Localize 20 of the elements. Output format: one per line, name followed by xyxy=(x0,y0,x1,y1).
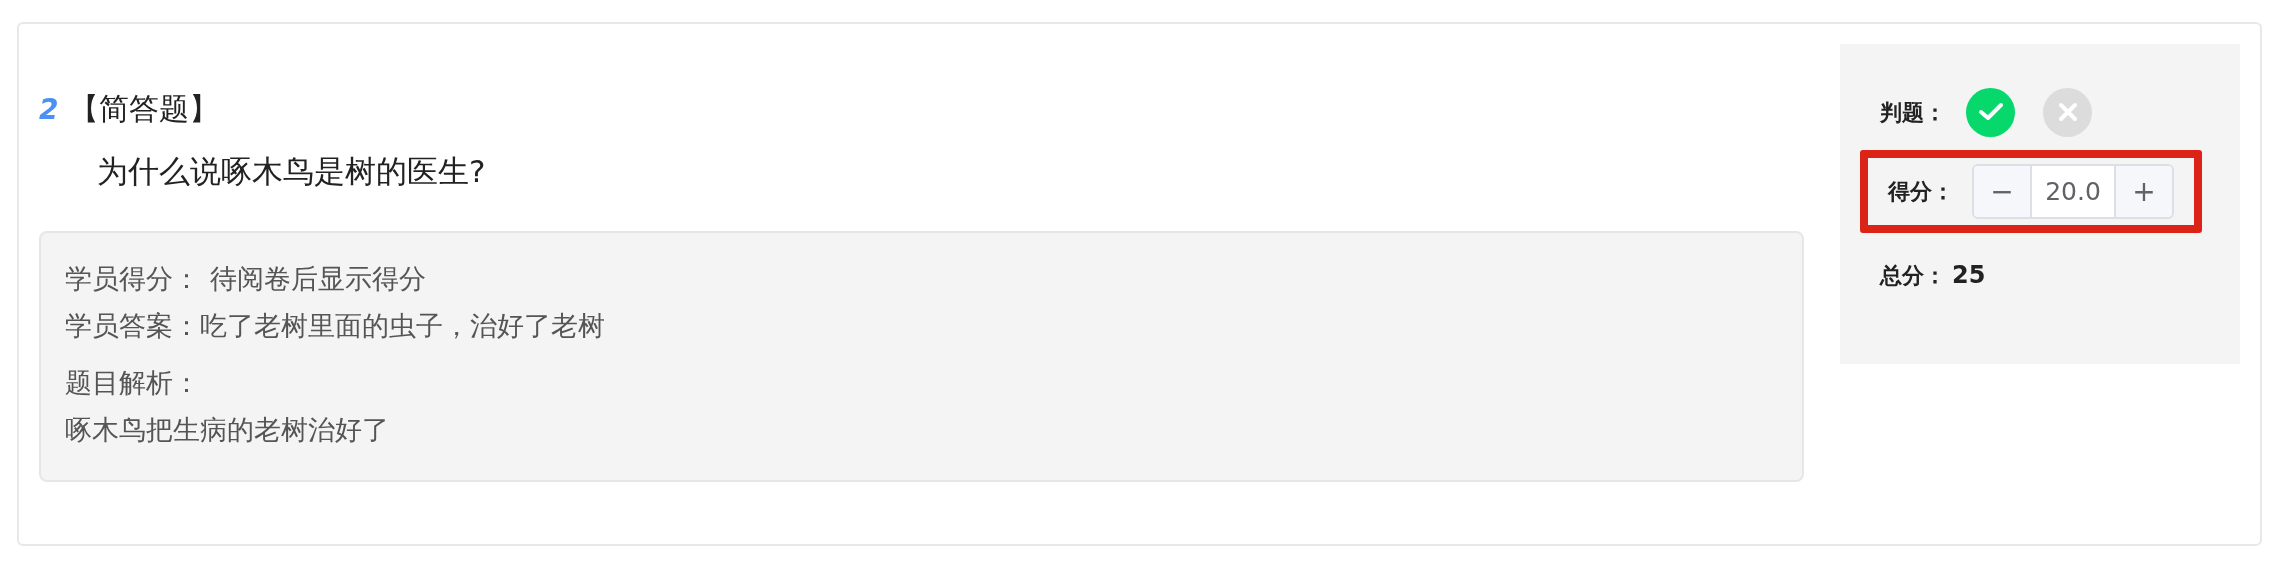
close-icon xyxy=(2057,102,2078,122)
field-label: 学员答案： xyxy=(65,309,200,341)
total-score: 25 xyxy=(1952,260,1986,291)
field-label: 总分： xyxy=(1880,261,1946,290)
wrong-button[interactable] xyxy=(2043,87,2092,137)
decrease-button[interactable]: − xyxy=(1974,166,2030,217)
field-label: 得分： xyxy=(1888,178,1954,206)
question-text: 为什么说啄木鸟是树的医生? xyxy=(97,152,486,191)
increase-button[interactable]: + xyxy=(2116,166,2172,217)
field-value: 啄木鸟把生病的老树治好了 xyxy=(65,413,390,448)
question-type: 【简答题】 xyxy=(69,91,219,126)
correct-button[interactable] xyxy=(1966,87,2015,137)
number-stepper[interactable]: − 20.0 + xyxy=(1972,164,2174,219)
field-label: 学员得分： xyxy=(65,262,200,294)
check-icon xyxy=(1977,102,2004,122)
question-number: 2 xyxy=(39,96,60,124)
field-label: 判题： xyxy=(1880,98,1946,127)
field-value: 吃了老树里面的虫子，治好了老树 xyxy=(200,309,605,341)
field-value: 待阅卷后显示得分 xyxy=(210,262,426,294)
field-label: 题目解析： xyxy=(65,366,201,400)
